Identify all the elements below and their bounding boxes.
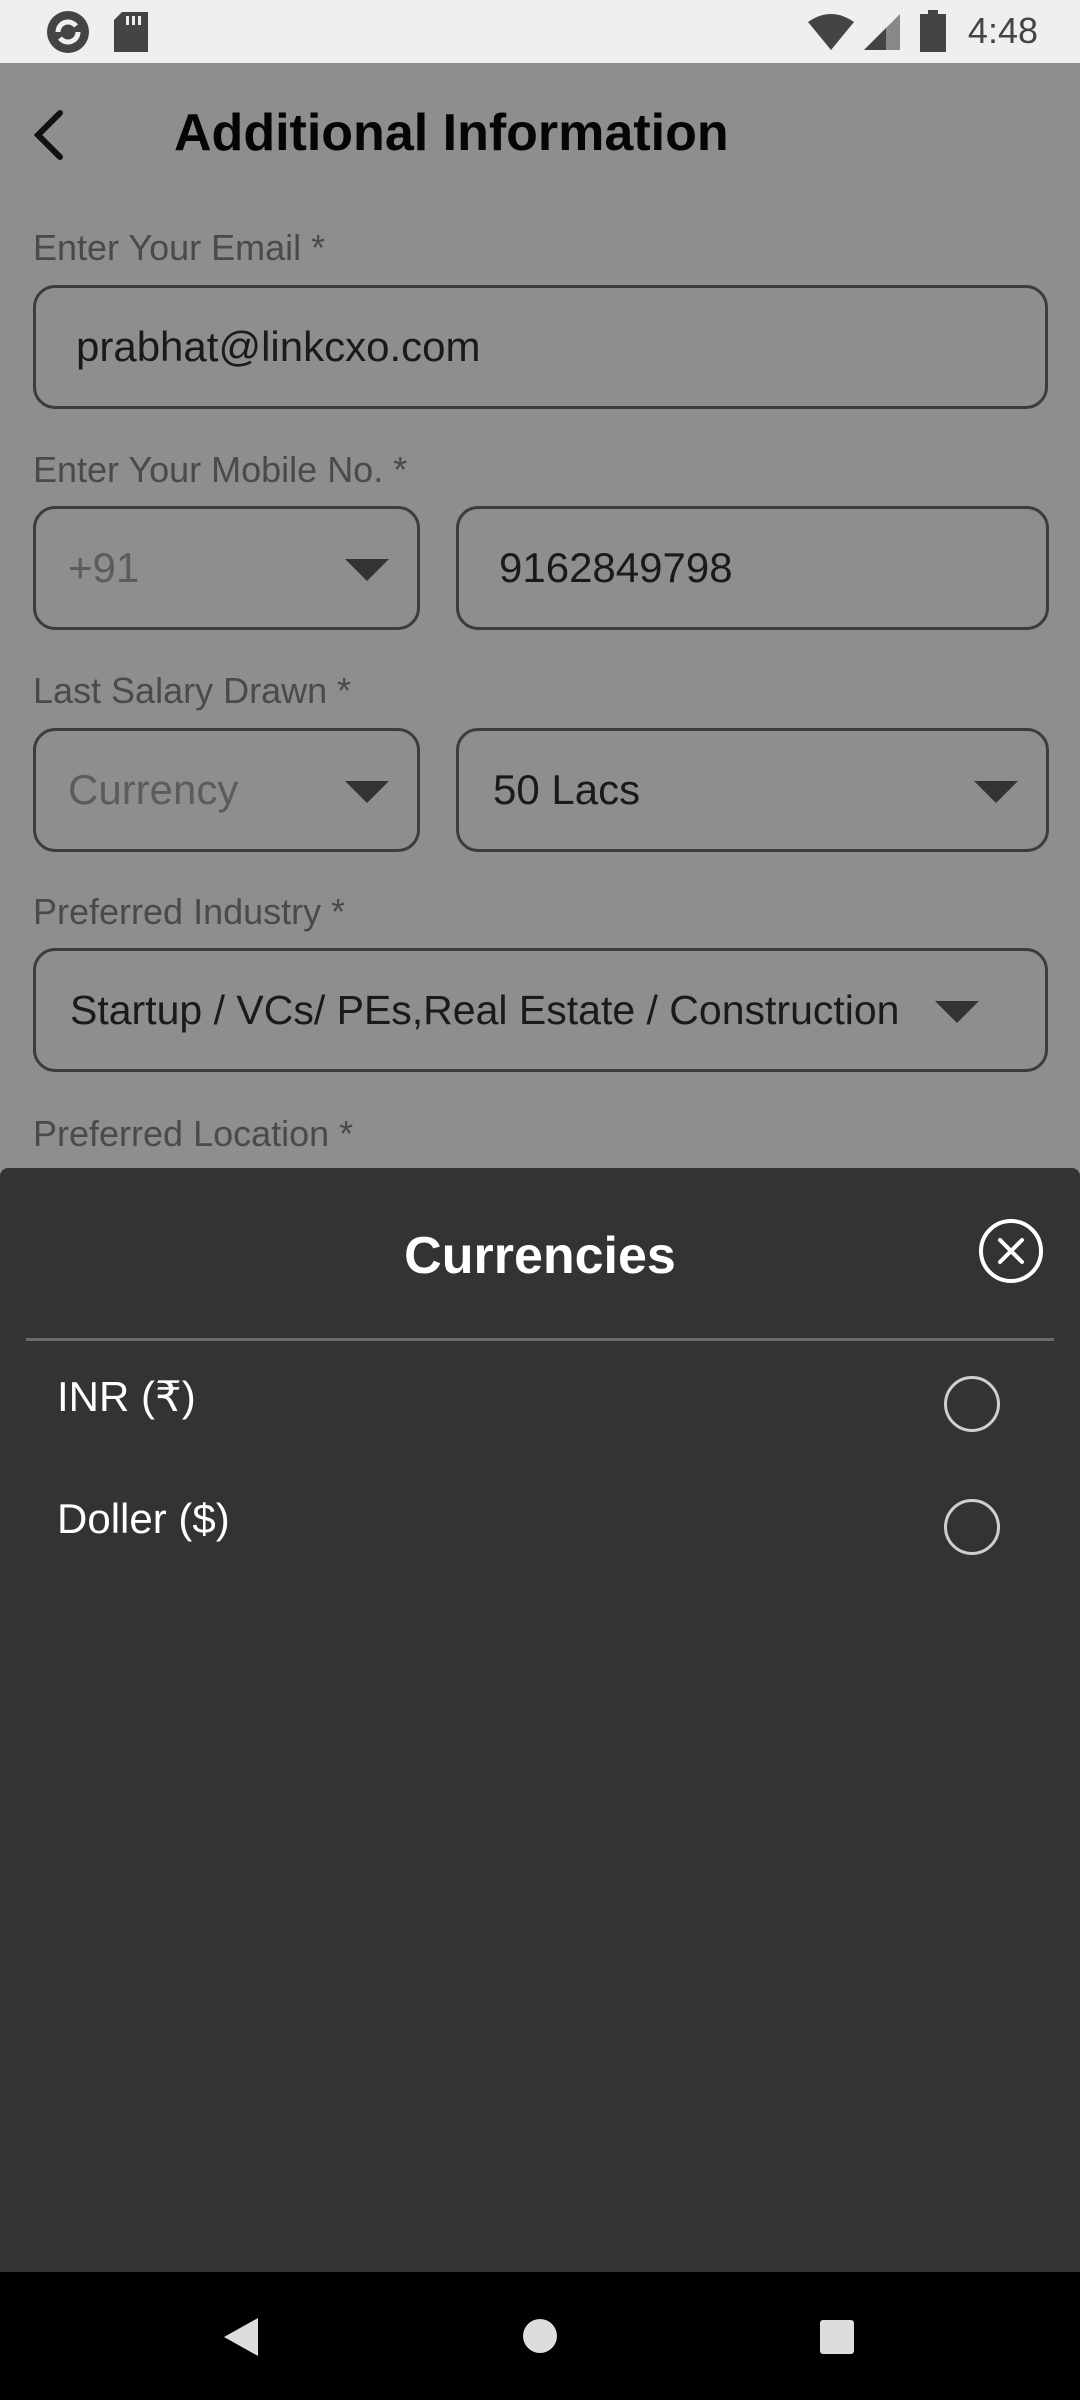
sheet-title: Currencies [404, 1227, 676, 1285]
nav-recents-icon[interactable] [820, 2320, 854, 2354]
app-logo-icon [47, 11, 89, 53]
currency-dropdown[interactable]: Currency [33, 728, 420, 852]
email-value: prabhat@linkcxo.com [76, 323, 481, 370]
wifi-icon [808, 14, 854, 50]
currency-placeholder: Currency [68, 766, 239, 813]
chevron-down-icon [345, 559, 389, 581]
divider [26, 1338, 1054, 1341]
chevron-down-icon [345, 781, 389, 803]
page-title: Additional Information [174, 104, 729, 162]
currency-option-dollar[interactable]: Doller ($) [0, 1479, 1080, 1589]
mobile-value: 9162849798 [499, 544, 733, 591]
option-label: Doller ($) [57, 1495, 230, 1542]
cell-signal-icon [864, 14, 900, 50]
sd-card-icon [114, 12, 148, 52]
salary-value: 50 Lacs [493, 766, 641, 813]
currencies-bottom-sheet: Currencies INR (₹) Doller ($) [0, 1168, 1080, 2272]
email-field[interactable]: prabhat@linkcxo.com [33, 285, 1048, 409]
nav-home-icon[interactable] [522, 2318, 558, 2354]
salary-dropdown[interactable]: 50 Lacs [456, 728, 1049, 852]
industry-value: Startup / VCs/ PEs,Real Estate / Constru… [70, 986, 900, 1033]
back-arrow-icon[interactable] [28, 105, 68, 165]
chevron-down-icon [974, 781, 1018, 803]
location-label: Preferred Location * [33, 1113, 354, 1154]
battery-icon [920, 10, 946, 52]
salary-label: Last Salary Drawn * [33, 670, 352, 711]
status-time: 4:48 [967, 10, 1038, 51]
mobile-label: Enter Your Mobile No. * [33, 449, 408, 490]
additional-information-page: Additional Information Enter Your Email … [0, 63, 1080, 1168]
currency-option-inr[interactable]: INR (₹) [0, 1356, 1080, 1466]
industry-dropdown[interactable]: Startup / VCs/ PEs,Real Estate / Constru… [33, 948, 1048, 1072]
radio-button[interactable] [944, 1499, 1000, 1555]
option-label: INR (₹) [57, 1373, 196, 1420]
industry-label: Preferred Industry * [33, 891, 346, 932]
close-icon[interactable] [978, 1218, 1044, 1284]
system-navigation-bar [0, 2272, 1080, 2400]
mobile-field[interactable]: 9162849798 [456, 506, 1049, 630]
country-code-value: +91 [68, 544, 140, 591]
email-label: Enter Your Email * [33, 227, 326, 268]
chevron-down-icon [935, 1001, 979, 1023]
status-bar: 4:48 [0, 0, 1080, 63]
country-code-dropdown[interactable]: +91 [33, 506, 420, 630]
radio-button[interactable] [944, 1376, 1000, 1432]
nav-back-icon[interactable] [224, 2318, 258, 2356]
